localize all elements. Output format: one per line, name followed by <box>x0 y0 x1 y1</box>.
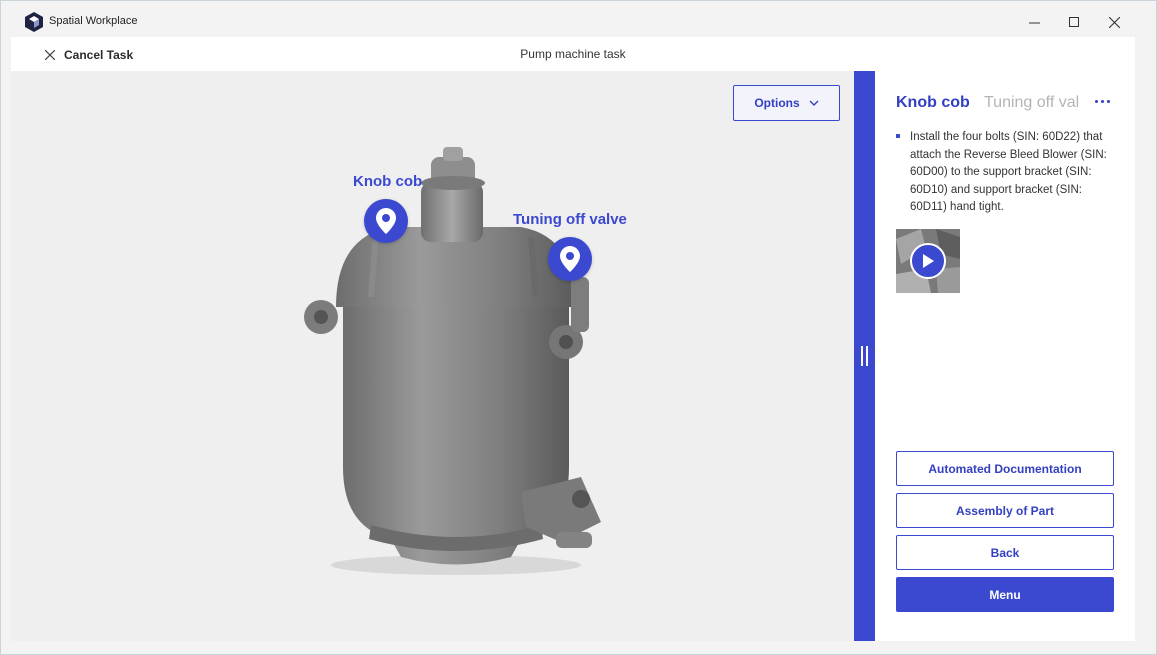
more-dots-icon <box>1095 100 1098 103</box>
close-window-button[interactable] <box>1099 9 1129 35</box>
play-button[interactable] <box>910 243 946 279</box>
app-content: Cancel Task Pump machine task Options Kn… <box>11 37 1135 641</box>
grip-icon <box>866 346 868 366</box>
tab-tuning-off-valve[interactable]: Tuning off val <box>984 94 1084 112</box>
map-pin-icon <box>376 208 396 234</box>
options-dropdown[interactable]: Options <box>733 85 840 121</box>
options-label: Options <box>754 96 800 110</box>
maximize-icon <box>1068 16 1079 27</box>
minimize-button[interactable] <box>1019 9 1049 35</box>
cube-logo-icon <box>25 12 43 32</box>
assembly-of-part-button[interactable]: Assembly of Part <box>896 493 1114 528</box>
more-options-button[interactable] <box>1095 100 1110 103</box>
back-button[interactable]: Back <box>896 535 1114 570</box>
map-pin-icon <box>560 246 580 272</box>
app-window: Spatial Workplace Cancel Task Pump machi… <box>0 0 1157 655</box>
task-topbar: Cancel Task Pump machine task <box>11 37 1135 71</box>
more-dots-icon <box>1107 100 1110 103</box>
step-panel: Knob cob Tuning off val Install the four… <box>875 71 1135 641</box>
app-title: Spatial Workplace <box>49 15 138 27</box>
chevron-down-icon <box>809 100 819 106</box>
maximize-button[interactable] <box>1059 9 1089 35</box>
grip-icon <box>861 346 863 366</box>
hotspot-label-tuning-off-valve: Tuning off valve <box>513 211 627 228</box>
minimize-icon <box>1028 22 1040 23</box>
menu-button[interactable]: Menu <box>896 577 1114 612</box>
video-thumbnail[interactable] <box>896 229 960 293</box>
hotspot-pin-tuning-off-valve[interactable] <box>548 237 592 281</box>
title-bar: Spatial Workplace <box>1 1 1156 39</box>
model-viewport[interactable]: Options Knob cob Tuning off valve <box>11 71 854 641</box>
hotspot-label-knob-cob: Knob cob <box>353 173 423 190</box>
instruction-item: Install the four bolts (SIN: 60D22) that… <box>896 129 1121 217</box>
play-icon <box>923 254 934 268</box>
instruction-list: Install the four bolts (SIN: 60D22) that… <box>896 129 1121 217</box>
automated-documentation-button[interactable]: Automated Documentation <box>896 451 1114 486</box>
tab-knob-cob[interactable]: Knob cob <box>896 94 970 112</box>
close-icon <box>1108 16 1120 28</box>
panel-resize-handle[interactable] <box>854 71 875 641</box>
more-dots-icon <box>1101 100 1104 103</box>
hotspot-pin-knob-cob[interactable] <box>364 199 408 243</box>
task-title: Pump machine task <box>520 47 626 61</box>
